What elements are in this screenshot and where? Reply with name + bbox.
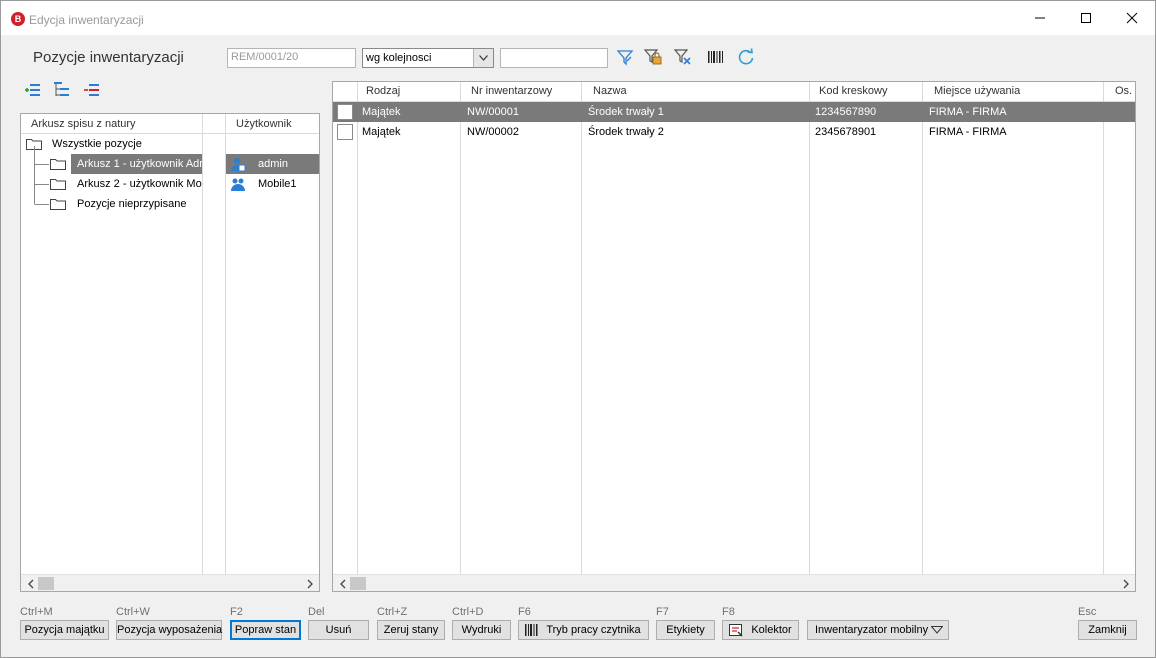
- window-title: Edycja inwentaryzacji: [29, 13, 144, 27]
- scroll-thumb[interactable]: [38, 577, 54, 590]
- filter-clear-icon[interactable]: [673, 47, 693, 67]
- inventory-edit-window: B Edycja inwentaryzacji Pozycje inwentar…: [0, 0, 1156, 658]
- column-header-miejsce[interactable]: Miejsce używania: [934, 85, 1020, 97]
- refresh-icon[interactable]: [736, 47, 756, 67]
- correct-state-button[interactable]: Popraw stan: [230, 620, 301, 640]
- close-window-button[interactable]: Zamknij: [1078, 620, 1137, 640]
- grid-horizontal-scrollbar[interactable]: [333, 574, 1135, 591]
- scroll-left-icon[interactable]: [338, 579, 348, 589]
- cell-nazwa: Środek trwały 1: [588, 106, 664, 118]
- mobile-inventory-label: Inwentaryzator mobilny: [815, 624, 929, 636]
- tree-item[interactable]: Arkusz 2 - użytkownik Mob Mobile1: [21, 174, 319, 194]
- shortcut-label: Ctrl+Z: [377, 606, 408, 618]
- scroll-right-icon[interactable]: [305, 579, 315, 589]
- reset-states-button[interactable]: Zeruj stany: [377, 620, 445, 640]
- sort-dropdown-arrow[interactable]: [473, 49, 493, 67]
- shortcut-label: Esc: [1078, 606, 1097, 618]
- cell-kod: 2345678901: [815, 126, 877, 138]
- cell-nr: NW/00002: [467, 126, 519, 138]
- add-asset-position-button[interactable]: Pozycja majątku: [20, 620, 109, 640]
- mobile-user-icon: [231, 178, 245, 191]
- add-equipment-position-button[interactable]: Pozycja wyposażenia: [116, 620, 222, 640]
- row-checkbox[interactable]: [337, 104, 353, 120]
- reader-mode-label: Tryb pracy czytnika: [546, 624, 641, 636]
- collector-label: Kolektor: [751, 624, 792, 636]
- column-header-kod[interactable]: Kod kreskowy: [819, 85, 887, 97]
- labels-button[interactable]: Etykiety: [656, 620, 715, 640]
- scroll-thumb[interactable]: [350, 577, 366, 590]
- expand-all-icon[interactable]: [24, 81, 42, 99]
- shortcut-label: Ctrl+W: [116, 606, 150, 618]
- shortcut-label: F6: [518, 606, 531, 618]
- minimize-icon: [1035, 17, 1045, 19]
- user-icon: [231, 158, 246, 172]
- sort-order-select[interactable]: wg kolejnosci: [362, 48, 494, 68]
- tree-item-label: Arkusz 1 - użytkownik Adr: [77, 158, 202, 170]
- maximize-button[interactable]: [1063, 1, 1109, 35]
- column-header-nazwa[interactable]: Nazwa: [593, 85, 627, 97]
- column-header-osoba[interactable]: Os. o: [1115, 85, 1135, 97]
- filter-lock-icon[interactable]: [643, 47, 663, 67]
- mobile-inventory-dropdown[interactable]: Inwentaryzator mobilny: [807, 620, 949, 640]
- tree-item[interactable]: Arkusz 1 - użytkownik Adr admin: [21, 154, 319, 174]
- tree-item-label: Arkusz 2 - użytkownik Mob: [77, 178, 202, 190]
- search-input[interactable]: [500, 48, 608, 68]
- chevron-down-icon: [931, 626, 943, 634]
- tree-view-icon[interactable]: [53, 81, 71, 99]
- shortcut-label: F8: [722, 606, 735, 618]
- sheet-tree-panel: Arkusz spisu z natury Użytkownik Wszystk…: [20, 113, 320, 592]
- cell-nr: NW/00001: [467, 106, 519, 118]
- cell-miejsce: FIRMA - FIRMA: [929, 126, 1007, 138]
- cell-nazwa: Środek trwały 2: [588, 126, 664, 138]
- close-icon: [1126, 12, 1138, 24]
- scroll-right-icon[interactable]: [1121, 579, 1131, 589]
- scroll-left-icon[interactable]: [26, 579, 36, 589]
- row-checkbox[interactable]: [337, 124, 353, 140]
- collector-button[interactable]: Kolektor: [722, 620, 799, 640]
- tree-horizontal-scrollbar[interactable]: [21, 574, 319, 591]
- positions-grid: Rodzaj Nr inwentarzowy Nazwa Kod kreskow…: [332, 81, 1136, 592]
- app-logo-icon: B: [11, 12, 25, 26]
- barcode-icon: [525, 624, 538, 636]
- sort-order-value: wg kolejnosci: [366, 52, 432, 64]
- reader-mode-button[interactable]: Tryb pracy czytnika: [518, 620, 649, 640]
- tree-item-user: admin: [258, 158, 288, 170]
- shortcut-label: F2: [230, 606, 243, 618]
- shortcut-label: Del: [308, 606, 325, 618]
- document-number-field: REM/0001/20: [227, 48, 356, 68]
- folder-icon: [50, 199, 66, 210]
- tree-item-label: Pozycje nieprzypisane: [77, 198, 187, 210]
- collapse-all-icon[interactable]: [83, 81, 101, 99]
- folder-icon: [50, 179, 66, 190]
- tree-column-user[interactable]: Użytkownik: [236, 118, 292, 130]
- cell-rodzaj: Majątek: [362, 126, 401, 138]
- shortcut-label: Ctrl+D: [452, 606, 484, 618]
- tree-item[interactable]: Pozycje nieprzypisane: [21, 194, 319, 214]
- cell-kod: 1234567890: [815, 106, 877, 118]
- minimize-button[interactable]: [1017, 1, 1063, 35]
- folder-icon: [50, 159, 66, 170]
- cell-miejsce: FIRMA - FIRMA: [929, 106, 1007, 118]
- shortcut-label: Ctrl+M: [20, 606, 53, 618]
- tree-item-user: Mobile1: [258, 178, 297, 190]
- title-bar: B Edycja inwentaryzacji: [1, 1, 1155, 35]
- shortcut-label: F7: [656, 606, 669, 618]
- cell-rodzaj: Majątek: [362, 106, 401, 118]
- table-row[interactable]: Majątek NW/00001 Środek trwały 1 1234567…: [333, 102, 1135, 122]
- barcode-icon[interactable]: [706, 47, 726, 67]
- chevron-down-icon: [479, 55, 488, 61]
- column-header-rodzaj[interactable]: Rodzaj: [366, 85, 400, 97]
- printouts-button[interactable]: Wydruki: [452, 620, 511, 640]
- column-header-nr[interactable]: Nr inwentarzowy: [471, 85, 552, 97]
- table-row[interactable]: Majątek NW/00002 Środek trwały 2 2345678…: [333, 122, 1135, 142]
- grid-header: Rodzaj Nr inwentarzowy Nazwa Kod kreskow…: [333, 82, 1135, 102]
- filter-icon[interactable]: [615, 47, 635, 67]
- collector-icon: [729, 624, 743, 637]
- delete-button[interactable]: Usuń: [308, 620, 369, 640]
- close-button[interactable]: [1109, 1, 1155, 35]
- page-title: Pozycje inwentaryzacji: [33, 49, 184, 66]
- maximize-icon: [1081, 13, 1091, 23]
